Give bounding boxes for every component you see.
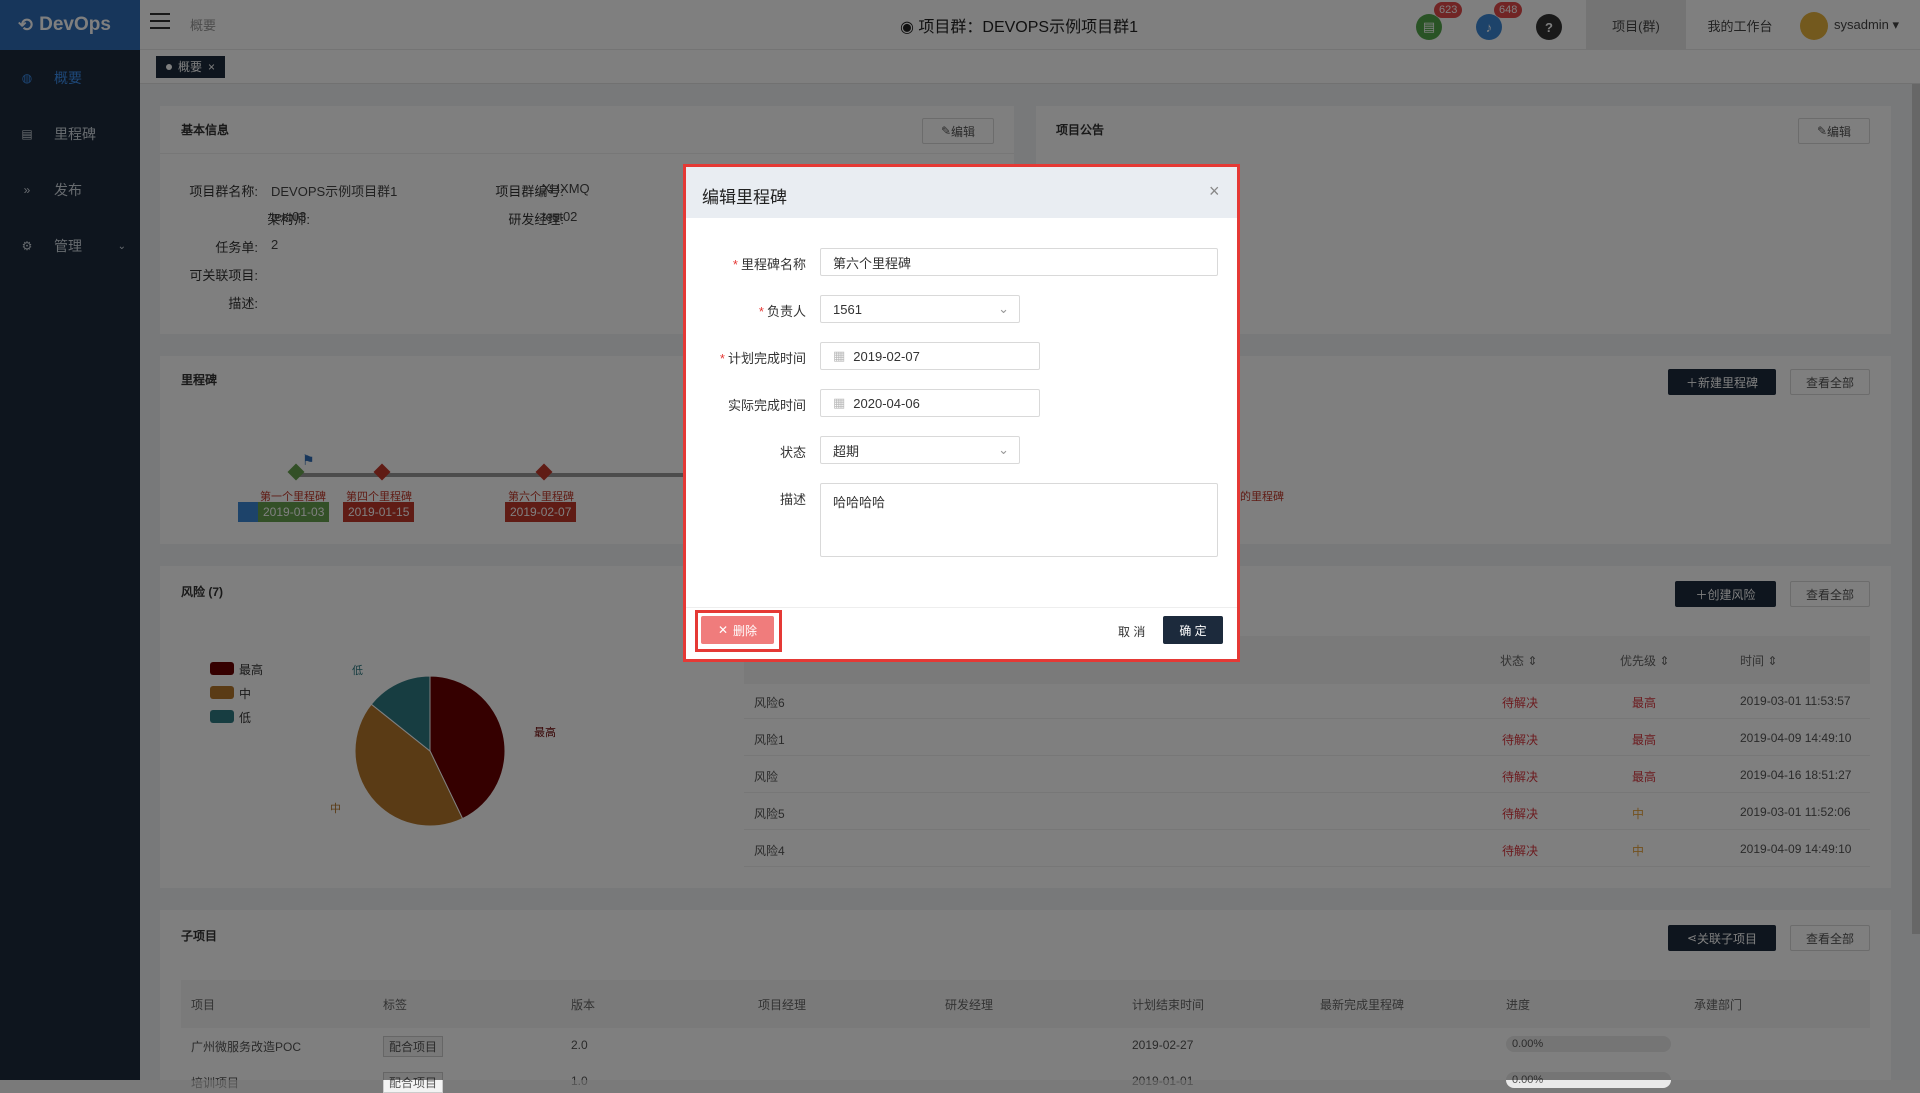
status-select[interactable]: 超期 ⌄ xyxy=(820,436,1020,464)
description-label: 描述 xyxy=(779,492,806,507)
close-icon: ✕ xyxy=(717,623,729,637)
status-label: 状态 xyxy=(779,445,806,460)
plan-date-picker[interactable]: ▦ 2019-02-07 xyxy=(820,342,1040,370)
chevron-down-icon: ⌄ xyxy=(998,301,1009,316)
owner-label: * 负责人 xyxy=(758,304,806,319)
delete-button[interactable]: ✕ 删除 xyxy=(701,616,774,644)
chevron-down-icon: ⌄ xyxy=(998,442,1009,457)
plan-date-label: * 计划完成时间 xyxy=(719,351,806,366)
calendar-icon: ▦ xyxy=(833,395,846,410)
milestone-name-input[interactable]: 第六个里程碑 xyxy=(820,248,1218,276)
milestone-name-label: * 里程碑名称 xyxy=(732,257,806,272)
confirm-button[interactable]: 确 定 xyxy=(1163,616,1223,644)
calendar-icon: ▦ xyxy=(833,348,846,363)
actual-date-label: 实际完成时间 xyxy=(727,398,806,413)
cancel-button[interactable]: 取 消 xyxy=(1118,623,1145,640)
close-icon[interactable]: × xyxy=(1209,181,1220,202)
dialog-title: 编辑里程碑 xyxy=(702,188,787,207)
edit-milestone-dialog: 编辑里程碑 × * 里程碑名称 第六个里程碑 * 负责人 1561 ⌄ * 计划完成时间… xyxy=(683,164,1240,662)
actual-date-picker[interactable]: ▦ 2020-04-06 xyxy=(820,389,1040,417)
dialog-footer-divider xyxy=(686,607,1237,608)
owner-select[interactable]: 1561 ⌄ xyxy=(820,295,1020,323)
description-textarea[interactable]: 哈哈哈哈 xyxy=(820,483,1218,557)
